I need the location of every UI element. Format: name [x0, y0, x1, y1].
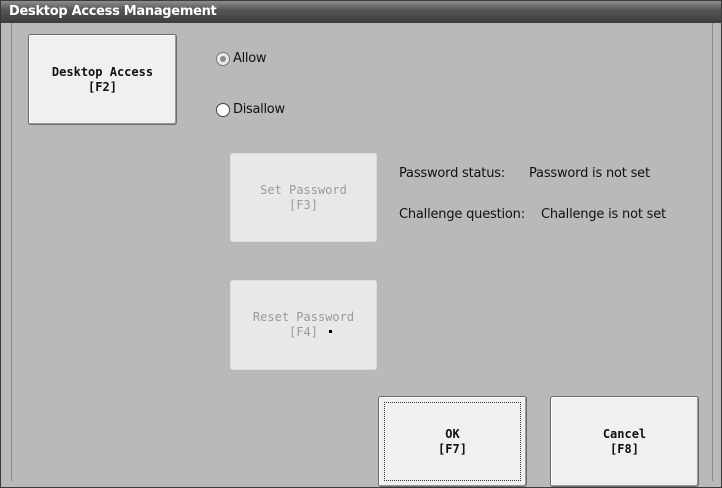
ok-button-label: OK: [445, 426, 460, 441]
set-password-button[interactable]: Set Password [F3]: [230, 153, 377, 242]
radio-disallow[interactable]: Disallow: [216, 102, 285, 117]
cancel-button-label: Cancel: [602, 426, 647, 441]
challenge-question-label: Challenge question:: [399, 207, 525, 222]
ok-button[interactable]: OK [F7]: [378, 396, 527, 487]
radio-allow[interactable]: Allow: [216, 51, 267, 66]
desktop-access-button-label: Desktop Access: [51, 64, 154, 79]
reset-password-button-key: [F4]: [289, 325, 318, 339]
radio-allow-label: Allow: [233, 51, 267, 66]
password-status-label: Password status:: [399, 166, 505, 181]
reset-password-button-label: Reset Password: [252, 310, 355, 324]
window-title: Desktop Access Management: [1, 1, 721, 23]
cancel-button-key: [F8]: [610, 441, 639, 456]
stray-dot: [329, 330, 332, 333]
desktop-access-button[interactable]: Desktop Access [F2]: [28, 34, 177, 125]
set-password-button-label: Set Password: [260, 182, 347, 197]
ok-button-key: [F7]: [438, 441, 467, 456]
set-password-button-key: [F3]: [289, 197, 318, 212]
desktop-access-management-window: Desktop Access Management Desktop Access…: [0, 0, 722, 488]
radio-disallow-label: Disallow: [233, 102, 285, 117]
cancel-button[interactable]: Cancel [F8]: [550, 396, 699, 487]
password-status-value: Password is not set: [529, 166, 650, 181]
radio-disallow-indicator: [216, 102, 230, 117]
radio-allow-indicator: [216, 51, 230, 66]
desktop-access-button-key: [F2]: [88, 79, 117, 94]
challenge-question-value: Challenge is not set: [541, 207, 666, 222]
reset-password-button[interactable]: Reset Password [F4]: [230, 280, 377, 370]
